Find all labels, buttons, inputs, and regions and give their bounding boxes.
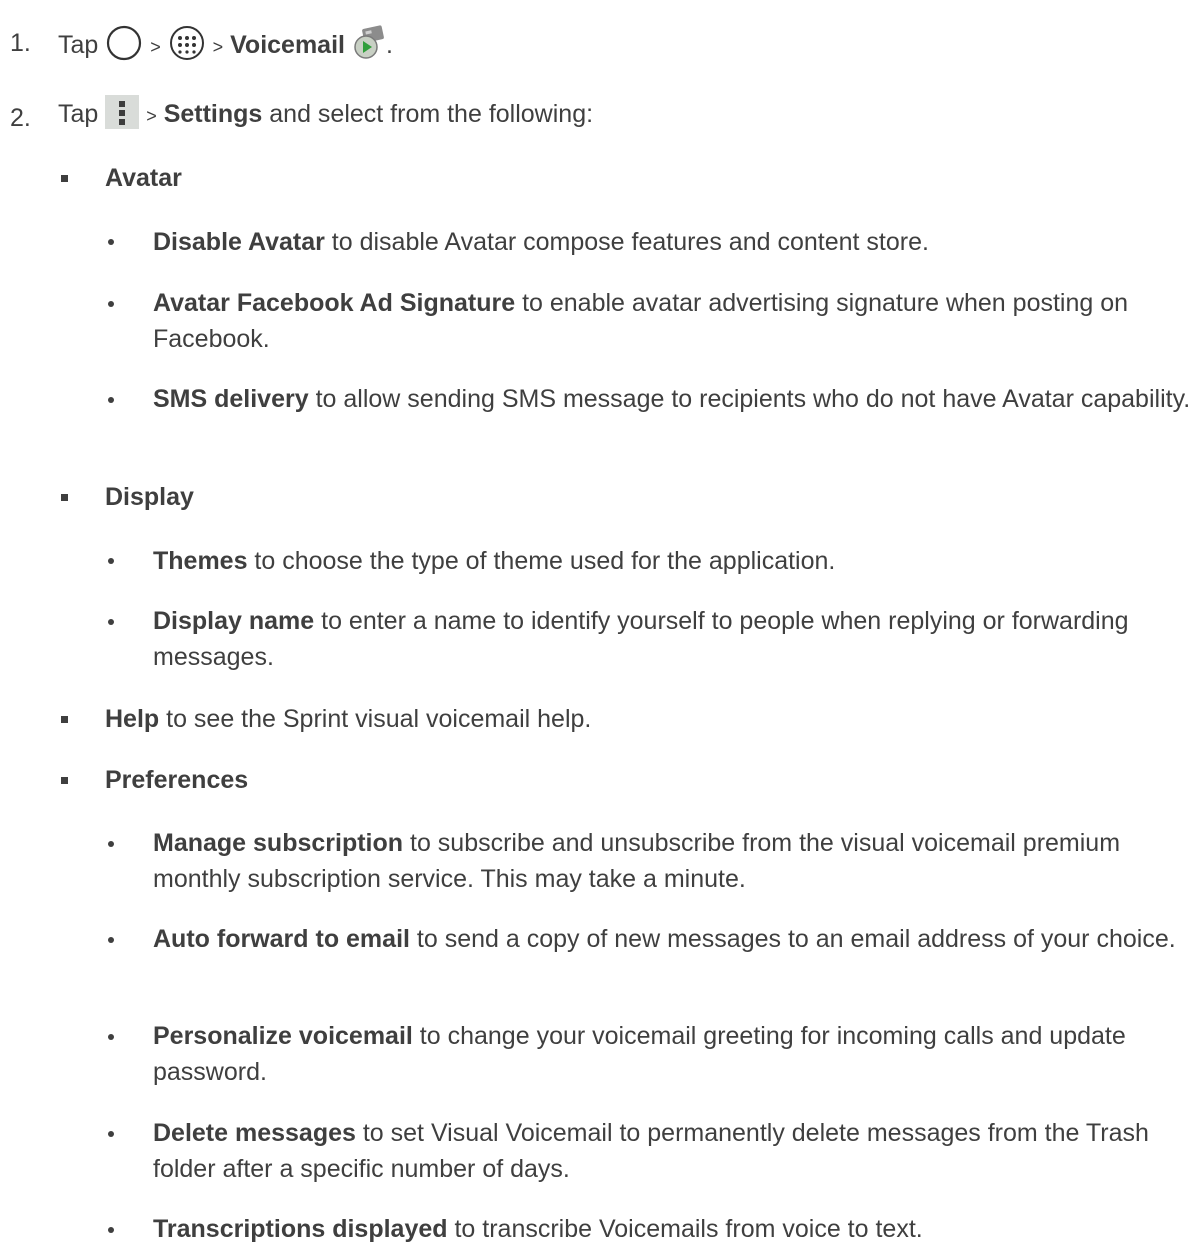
- item-label: SMS delivery: [153, 385, 309, 413]
- item-delete-messages: Delete messages to set Visual Voicemail …: [153, 1115, 1198, 1187]
- item-label: Disable Avatar: [153, 228, 325, 256]
- item-bullet: [108, 301, 114, 307]
- section-bullet: [61, 777, 68, 784]
- item-label: Delete messages: [153, 1119, 356, 1147]
- step-1-tap: Tap: [58, 31, 99, 60]
- item-bullet: [108, 239, 114, 245]
- item-display-name: Display name to enter a name to identify…: [153, 603, 1198, 675]
- item-text: to disable Avatar compose features and c…: [324, 228, 929, 256]
- item-avatar-facebook-ad-signature: Avatar Facebook Ad Signature to enable a…: [153, 285, 1198, 357]
- section-title-help: Help: [105, 705, 160, 733]
- step-1-target: Voicemail: [230, 31, 345, 60]
- item-auto-forward-to-email: Auto forward to email to send a copy of …: [153, 921, 1198, 957]
- item-bullet: [108, 841, 114, 847]
- item-label: Transcriptions displayed: [153, 1215, 448, 1243]
- item-label: Display name: [153, 607, 315, 635]
- section-bullet: [61, 716, 68, 723]
- item-label: Personalize voicemail: [153, 1022, 413, 1050]
- step-2-separator: >: [146, 106, 157, 127]
- section-title-display: Display: [105, 483, 194, 511]
- voicemail-app-icon: [352, 25, 386, 68]
- item-manage-subscription: Manage subscription to subscribe and uns…: [153, 825, 1198, 897]
- apps-grid-icon: [168, 24, 206, 69]
- section-title-preferences: Preferences: [105, 766, 249, 794]
- item-bullet: [108, 1227, 114, 1233]
- item-sms-delivery: SMS delivery to allow sending SMS messag…: [153, 381, 1198, 417]
- item-label: Auto forward to email: [153, 925, 410, 953]
- step-2-rest: and select from the following:: [262, 100, 594, 129]
- section-title-avatar: Avatar: [105, 164, 182, 192]
- item-text: to send a copy of new messages to an ema…: [409, 925, 1176, 953]
- step-1-text: Tap > > Voicemail .: [58, 24, 393, 69]
- item-transcriptions-displayed: Transcriptions displayed to transcribe V…: [153, 1211, 1198, 1247]
- item-bullet: [108, 397, 114, 403]
- item-text: to choose the type of theme used for the…: [247, 547, 836, 575]
- item-label: Avatar Facebook Ad Signature: [153, 289, 516, 317]
- section-help-text: to see the Sprint visual voicemail help.: [159, 705, 592, 733]
- step-1-separator-2: >: [212, 37, 224, 58]
- item-bullet: [108, 937, 114, 943]
- item-label: Manage subscription: [153, 829, 404, 857]
- item-bullet: [108, 1131, 114, 1137]
- step-2-number: 2.: [10, 104, 31, 132]
- item-text: to allow sending SMS message to recipien…: [308, 385, 1191, 413]
- item-bullet: [108, 1034, 114, 1040]
- step-1-period: .: [385, 31, 393, 60]
- section-bullet: [61, 175, 68, 182]
- home-circle-icon: [105, 24, 143, 69]
- item-themes: Themes to choose the type of theme used …: [153, 543, 1198, 579]
- step-2-tap: Tap: [58, 100, 99, 129]
- step-1-number: 1.: [10, 29, 31, 57]
- item-label: Themes: [153, 547, 248, 575]
- item-bullet: [108, 558, 114, 564]
- item-personalize-voicemail: Personalize voicemail to change your voi…: [153, 1018, 1198, 1090]
- item-disable-avatar: Disable Avatar to disable Avatar compose…: [153, 224, 1198, 260]
- item-bullet: [108, 619, 114, 625]
- section-bullet: [61, 494, 68, 501]
- section-help: Help to see the Sprint visual voicemail …: [105, 705, 591, 734]
- step-2-text: Tap > Settings and select from the follo…: [58, 95, 593, 136]
- menu-overflow-icon: [105, 95, 140, 136]
- step-2-target: Settings: [163, 100, 263, 129]
- step-1-separator-1: >: [150, 37, 161, 58]
- item-text: to transcribe Voicemails from voice to t…: [447, 1215, 923, 1243]
